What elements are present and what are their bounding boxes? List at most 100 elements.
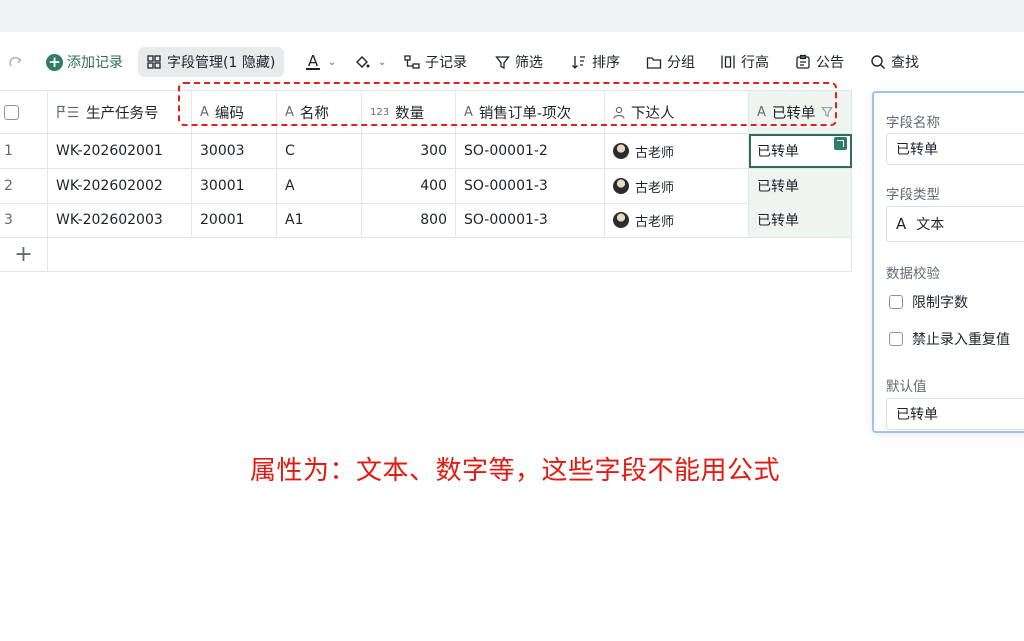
select-all-cell[interactable] [0,91,48,133]
column-header-converted[interactable]: A 已转单 [749,91,852,133]
column-header-label: 下达人 [631,105,675,122]
field-manage-button[interactable]: 字段管理(1 隐藏) [138,47,285,77]
field-name-label: 字段名称 [886,115,940,131]
row-index: 1 [0,134,48,168]
toolbar: + 添加记录 字段管理(1 隐藏) A ⌄ ⌄ 子记录 筛选 排序 分组 行高 … [0,44,1024,80]
group-label: 分组 [667,55,695,71]
column-header-label: 已转单 [771,105,816,122]
add-row[interactable]: + [0,237,852,272]
cell-name[interactable]: A [277,169,362,203]
expand-icon[interactable] [834,137,847,150]
table-row[interactable]: 2 WK-202602002 30001 A 400 SO-00001-3 古老… [0,169,852,204]
limit-chars-label: 限制字数 [912,295,968,311]
column-header-task[interactable]: 生产任务号 [48,91,192,133]
cell-name[interactable]: A1 [277,203,362,237]
column-header-order[interactable]: A 销售订单-项次 [456,91,605,133]
cell-task[interactable]: WK-202602001 [48,134,192,168]
cell-converted[interactable]: 已转单 [749,169,852,203]
sub-record-label: 子记录 [425,55,467,71]
cell-task[interactable]: WK-202602002 [48,169,192,203]
cell-person[interactable]: 古老师 [605,203,749,237]
cell-converted[interactable]: 已转单 [749,203,852,237]
cell-converted-selected[interactable]: 已转单 [749,134,852,168]
chevron-down-icon: ⌄ [378,56,387,68]
folder-icon [646,56,662,69]
search-label: 查找 [891,55,919,71]
no-duplicates-label: 禁止录入重复值 [912,332,1010,348]
field-name-input[interactable]: 已转单 [886,133,1024,165]
cell-order[interactable]: SO-00001-3 [456,203,605,237]
field-type-value: 文本 [916,217,945,233]
default-value-input[interactable]: 已转单 [886,398,1024,430]
validation-label: 数据校验 [886,266,940,282]
cell-person[interactable]: 古老师 [605,134,749,168]
notice-label: 公告 [816,55,844,71]
row-height-button[interactable]: 行高 [714,47,775,77]
fill-color-button[interactable]: ⌄ [348,47,392,77]
paint-bucket-icon [356,56,370,68]
avatar [613,143,629,159]
search-button[interactable]: 查找 [864,47,925,77]
column-header-code[interactable]: A 编码 [192,91,277,133]
column-header-label: 数量 [395,105,425,122]
chevron-down-icon: ⌄ [328,56,337,68]
table-row[interactable]: 3 WK-202602003 20001 A1 800 SO-00001-3 古… [0,203,852,238]
cell-task[interactable]: WK-202602003 [48,203,192,237]
search-icon [871,55,886,70]
flag-list-icon [56,105,80,119]
field-type-label: 字段类型 [886,187,940,203]
field-settings-panel: 字段名称 已转单 字段类型 A 文本 数据校验 限制字数 禁止录入重复值 默认值… [872,91,1024,433]
cell-qty[interactable]: 400 [362,169,456,203]
field-type-select[interactable]: A 文本 [886,206,1024,242]
number-icon: 123 [370,106,390,118]
avatar [613,178,629,194]
filter-label: 筛选 [515,55,543,71]
add-row-plus-icon[interactable]: + [0,237,48,271]
group-button[interactable]: 分组 [640,47,701,77]
cell-qty[interactable]: 300 [362,134,456,168]
filter-icon[interactable] [821,106,834,118]
person-icon [613,106,625,119]
sub-record-button[interactable]: 子记录 [398,47,473,77]
hierarchy-icon [404,55,420,69]
column-header-person[interactable]: 下达人 [605,91,749,133]
limit-chars-option[interactable]: 限制字数 [889,292,968,312]
column-header-name[interactable]: A 名称 [277,91,362,133]
cell-converted-value: 已转单 [757,144,799,160]
cell-code[interactable]: 20001 [192,203,277,237]
person-name: 古老师 [635,214,675,230]
select-all-checkbox[interactable] [4,104,19,120]
add-row-area[interactable] [48,237,852,271]
cell-code[interactable]: 30003 [192,134,277,168]
cell-order[interactable]: SO-00001-3 [456,169,605,203]
row-height-label: 行高 [741,55,769,71]
column-header-label: 生产任务号 [86,105,159,122]
font-color-icon: A [306,52,320,70]
redo-button[interactable] [2,47,30,77]
no-duplicates-option[interactable]: 禁止录入重复值 [889,329,1010,349]
add-record-button[interactable]: + 添加记录 [40,47,129,77]
text-icon: A [896,215,907,233]
row-index: 2 [0,169,48,203]
plus-circle-icon: + [46,53,63,71]
filter-button[interactable]: 筛选 [489,47,549,77]
cell-order[interactable]: SO-00001-2 [456,134,605,168]
cell-qty[interactable]: 800 [362,203,456,237]
text-icon: A [285,104,294,120]
sort-button[interactable]: 排序 [565,47,626,77]
cell-code[interactable]: 30001 [192,169,277,203]
no-duplicates-checkbox[interactable] [889,332,903,346]
column-header-qty[interactable]: 123 数量 [362,91,456,133]
row-height-icon [721,55,735,69]
notice-button[interactable]: 公告 [789,47,850,77]
cell-person[interactable]: 古老师 [605,169,749,203]
column-header-label: 销售订单-项次 [478,105,572,122]
sort-icon [572,56,585,69]
default-value-label: 默认值 [886,379,927,395]
column-header-label: 编码 [214,105,244,122]
table-row[interactable]: 1 WK-202602001 30003 C 300 SO-00001-2 古老… [0,134,852,169]
limit-chars-checkbox[interactable] [889,295,903,309]
font-color-button[interactable]: A ⌄ [300,47,342,77]
cell-name[interactable]: C [277,134,362,168]
person-name: 古老师 [635,145,675,161]
